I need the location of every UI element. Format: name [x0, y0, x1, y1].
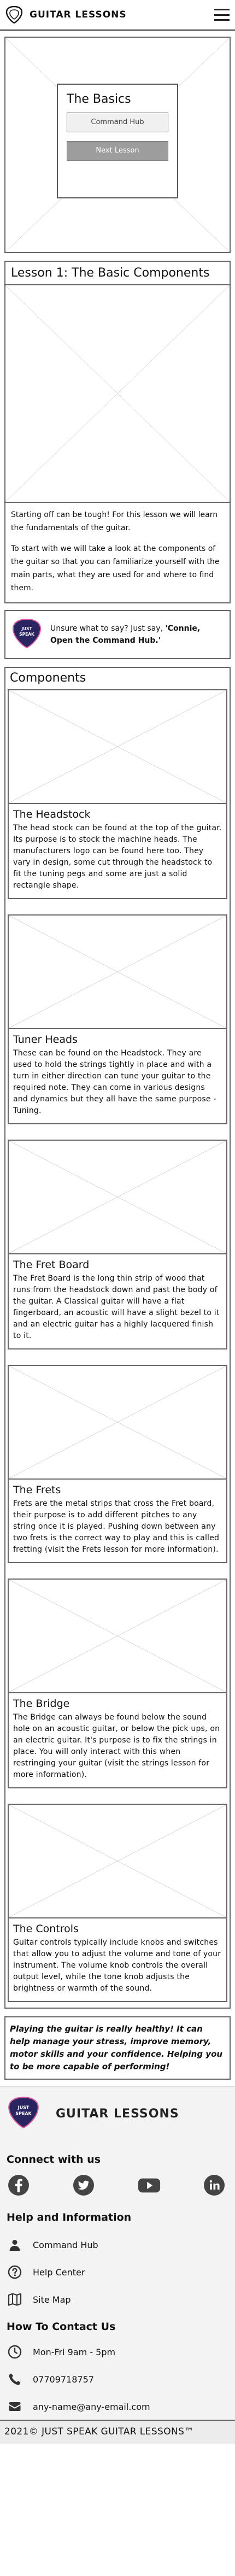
components-title: Components [10, 671, 86, 685]
linkedin-icon[interactable] [202, 2173, 226, 2197]
component-description: The Bridge can always be found below the… [13, 1713, 220, 1779]
component-title: The Fret Board [13, 1259, 90, 1271]
hero-card: The Basics Command Hub Next Lesson [57, 84, 178, 198]
component-card: The Bridge The Bridge can always be found… [8, 1579, 227, 1788]
site-brand[interactable]: GUITAR LESSONS [30, 9, 127, 20]
social-links [7, 2173, 228, 2197]
contact-phone-label: 07709718757 [33, 2374, 94, 2385]
contact-hours-label: Mon-Fri 9am - 5pm [33, 2346, 116, 2357]
just-speak-logo-icon: JUST SPEAK [11, 618, 43, 652]
logo-text-just: JUST [21, 626, 32, 631]
component-placeholder-image [9, 916, 226, 1029]
twitter-icon[interactable] [72, 2173, 96, 2197]
component-description: Guitar controls typically include knobs … [13, 1938, 221, 1993]
lesson-title: Lesson 1: The Basic Components [5, 262, 230, 285]
contact-phone[interactable]: 07709718757 [7, 2366, 228, 2393]
voice-hint-prefix: Unsure what to say? Just say, [50, 624, 166, 633]
hero-card-title: The Basics [67, 92, 131, 106]
component-title: The Frets [13, 1484, 61, 1496]
component-title: The Controls [13, 1923, 79, 1935]
component-placeholder-image [9, 1141, 226, 1254]
lesson-placeholder-image [5, 285, 230, 503]
placeholder-cross-icon [9, 1805, 226, 1917]
component-title: The Bridge [13, 1698, 70, 1710]
placeholder-cross-icon [9, 1580, 226, 1692]
footer-brand: JUST SPEAK GUITAR LESSONS [7, 2096, 228, 2132]
component-title: The Headstock [13, 808, 91, 820]
footer-link-label: Command Hub [33, 2239, 98, 2250]
component-description: The head stock can be found at the top o… [13, 824, 222, 890]
command-hub-button[interactable]: Command Hub [67, 113, 168, 132]
youtube-icon[interactable] [137, 2173, 161, 2197]
footer-link-help-center[interactable]: Help Center [7, 2258, 228, 2286]
placeholder-cross-icon [9, 690, 226, 803]
footer-brand-name[interactable]: GUITAR LESSONS [56, 2107, 179, 2121]
next-lesson-button[interactable]: Next Lesson [67, 141, 168, 161]
map-icon [7, 2291, 23, 2308]
logo-text-speak: SPEAK [19, 632, 35, 637]
guitar-pick-logo-icon[interactable] [5, 6, 23, 24]
voice-hint-box: JUST SPEAK Unsure what to say? Just say, … [4, 610, 231, 659]
placeholder-cross-icon [9, 1141, 226, 1253]
component-placeholder-image [9, 1580, 226, 1693]
user-icon [7, 2237, 23, 2253]
contact-email[interactable]: any-name@any-email.com [7, 2393, 228, 2420]
logo-text-just: JUST [17, 2105, 30, 2110]
lesson-description-text: To start with we will take a look at the… [11, 544, 220, 592]
lesson-intro-text: Starting off can be tough! For this less… [11, 510, 218, 532]
component-placeholder-image [9, 1805, 226, 1918]
component-description: The Fret Board is the long thin strip of… [13, 1274, 220, 1340]
site-footer: JUST SPEAK GUITAR LESSONS Connect with us… [0, 2086, 235, 2444]
copyright-text: 2021© JUST SPEAK GUITAR LESSONS™ [0, 2420, 235, 2444]
contact-title: How To Contact Us [7, 2321, 116, 2333]
facebook-icon[interactable] [7, 2173, 31, 2197]
logo-text-speak: SPEAK [15, 2111, 32, 2116]
placeholder-cross-icon [9, 1366, 226, 1478]
help-title: Help and Information [7, 2211, 132, 2223]
help-circle-icon [7, 2264, 23, 2280]
phone-icon [7, 2371, 23, 2387]
email-icon [7, 2398, 23, 2415]
just-speak-logo-icon[interactable]: JUST SPEAK [7, 2096, 40, 2132]
footer-link-label: Site Map [33, 2294, 71, 2305]
top-header: GUITAR LESSONS [0, 0, 235, 31]
component-card: Tuner Heads These can be found on the Hea… [8, 914, 227, 1124]
component-card: The Frets Frets are the metal strips that… [8, 1365, 227, 1563]
component-title: Tuner Heads [13, 1034, 78, 1046]
placeholder-cross-icon [9, 916, 226, 1028]
footer-link-site-map[interactable]: Site Map [7, 2286, 228, 2313]
hamburger-menu-icon[interactable] [214, 9, 230, 21]
connect-title: Connect with us [7, 2153, 101, 2166]
footer-link-label: Help Center [33, 2267, 85, 2278]
component-placeholder-image [9, 690, 226, 804]
clock-icon [7, 2344, 23, 2360]
health-quote: Playing the guitar is really healthy! It… [4, 2016, 231, 2080]
component-card: The Fret Board The Fret Board is the long… [8, 1140, 227, 1349]
component-description: These can be found on the Headstock. The… [13, 1049, 216, 1115]
footer-link-command-hub[interactable]: Command Hub [7, 2231, 228, 2258]
voice-hint-text: Unsure what to say? Just say, 'Connie, O… [50, 623, 224, 647]
contact-hours: Mon-Fri 9am - 5pm [7, 2338, 228, 2366]
component-card: The Controls Guitar controls typically in… [8, 1804, 227, 2002]
component-card: The Headstock The head stock can be found… [8, 689, 227, 899]
components-section: Components The Headstock The head stock c… [4, 667, 231, 2009]
component-description: Frets are the metal strips that cross th… [13, 1499, 220, 1554]
component-placeholder-image [9, 1366, 226, 1480]
lesson-section: Lesson 1: The Basic Components Starting … [4, 261, 231, 603]
placeholder-cross-icon [5, 285, 230, 502]
contact-email-label: any-name@any-email.com [33, 2401, 150, 2412]
hero-placeholder-image: The Basics Command Hub Next Lesson [4, 37, 231, 253]
